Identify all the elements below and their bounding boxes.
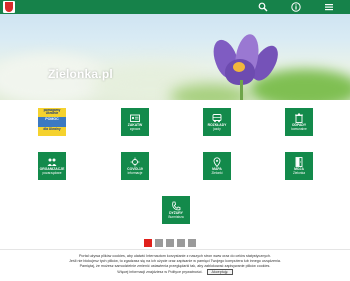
tile-covid[interactable]: COVID-19 informacje bbox=[121, 152, 149, 180]
site-logo[interactable] bbox=[3, 1, 15, 13]
tile-mapa-sub: Zielonki bbox=[211, 171, 223, 175]
crocus-stem bbox=[240, 80, 243, 100]
hero-banner: Zielonka.pl bbox=[0, 14, 350, 100]
top-bar bbox=[0, 0, 350, 14]
tile-dyzury[interactable]: DYŻURY Burmistrza bbox=[162, 196, 190, 224]
tile-dyzury-sub: Burmistrza bbox=[168, 215, 184, 219]
search-icon[interactable] bbox=[258, 2, 268, 12]
virus-icon bbox=[130, 157, 140, 167]
cookie-banner: Portal używa plików cookies, aby ułatwić… bbox=[0, 249, 350, 281]
carousel-dot[interactable] bbox=[166, 239, 174, 247]
tile-covid-sub: informacje bbox=[127, 171, 143, 175]
phone-icon bbox=[172, 201, 181, 211]
accept-cookies-button[interactable]: Akceptuję bbox=[206, 269, 233, 275]
cookie-text-line1: Portal używa plików cookies, aby ułatwić… bbox=[78, 254, 272, 258]
carousel-dot[interactable] bbox=[188, 239, 196, 247]
coat-of-arms-icon bbox=[5, 2, 13, 12]
tile-rozklady-sub: jazdy bbox=[213, 127, 221, 131]
door-icon bbox=[295, 157, 303, 167]
tile-help-line2: POMOC bbox=[45, 117, 59, 121]
crocus-center bbox=[233, 62, 245, 72]
trash-bin-icon bbox=[295, 113, 303, 123]
map-pin-icon bbox=[213, 157, 221, 167]
tile-organizacje-sub: pozarządowe bbox=[42, 171, 62, 175]
bus-icon bbox=[212, 114, 222, 123]
cookie-text-line3: Pamiętaj, że możesz samodzielnie zmienić… bbox=[79, 264, 271, 268]
site-title: Zielonka.pl bbox=[48, 67, 113, 81]
grass-shape bbox=[170, 84, 250, 100]
people-icon bbox=[47, 158, 57, 166]
carousel-dot[interactable] bbox=[177, 239, 185, 247]
hamburger-menu-icon[interactable] bbox=[324, 2, 334, 12]
tile-help-ukraine[interactable]: pomagamy Ukrainie POMOC dla Ukrainy bbox=[38, 108, 66, 136]
carousel-dot[interactable] bbox=[155, 239, 163, 247]
cookie-privacy-text[interactable]: Więcej informacji znajdziesz w Polityce … bbox=[117, 270, 202, 274]
tile-odpady-sub: komunalne bbox=[291, 127, 307, 131]
cookie-text-line4: Więcej informacji znajdziesz w Polityce … bbox=[0, 269, 350, 275]
tile-help-line1: pomagamy Ukrainie bbox=[43, 108, 61, 116]
id-card-icon bbox=[130, 114, 140, 122]
carousel-dot[interactable] bbox=[144, 239, 152, 247]
cookie-text-line2: Jeśli nie blokujesz tych plików, to zgad… bbox=[69, 259, 281, 263]
tile-mapa[interactable]: MAPA Zielonki bbox=[203, 152, 231, 180]
tile-organizacje[interactable]: ORGANIZACJE pozarządowe bbox=[38, 152, 66, 180]
tile-help-line3: dla Ukrainy bbox=[43, 127, 61, 131]
tile-zakaty-sub: zgrowa bbox=[129, 127, 141, 131]
tile-moja[interactable]: MOJA Zielonka bbox=[285, 152, 313, 180]
info-icon[interactable] bbox=[291, 2, 301, 12]
tile-moja-sub: Zielonka bbox=[292, 171, 306, 175]
tile-zakaty[interactable]: ZAKATW zgrowa bbox=[121, 108, 149, 136]
tile-rozklady[interactable]: ROZKŁADY jazdy bbox=[203, 108, 231, 136]
tile-odpady[interactable]: ODPADY komunalne bbox=[285, 108, 313, 136]
